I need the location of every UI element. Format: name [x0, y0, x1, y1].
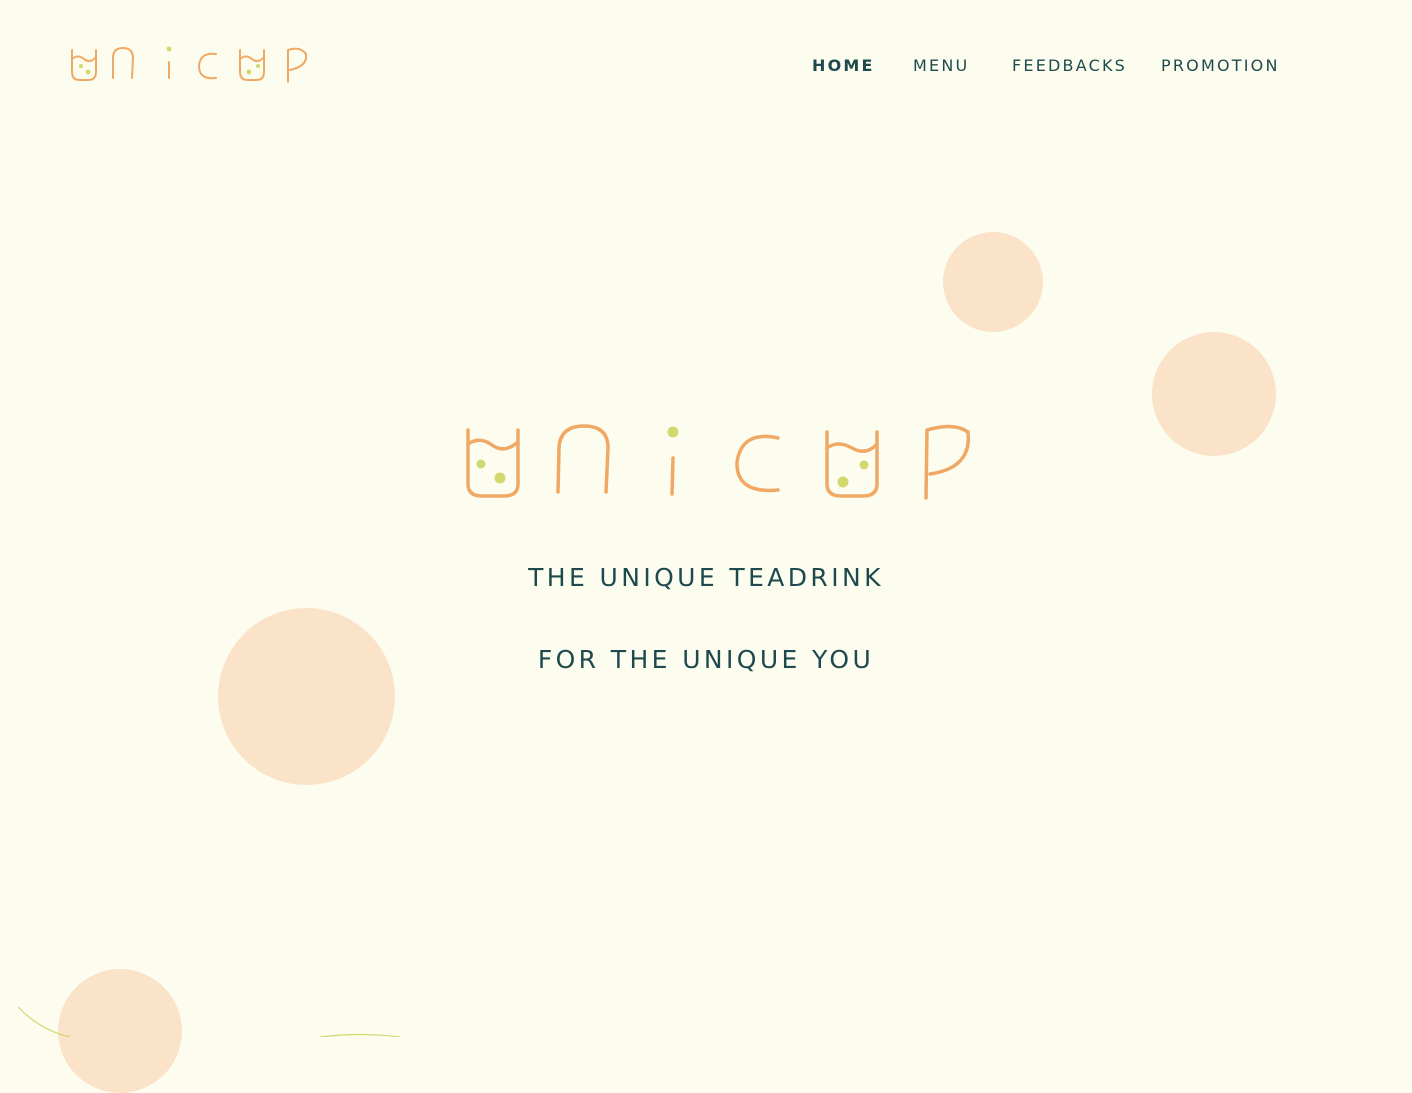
- decorative-bubble: [1152, 332, 1276, 456]
- nav-item-home[interactable]: HOME: [812, 56, 875, 76]
- hero-logo: [466, 424, 971, 500]
- hero-tagline-line-2: FOR THE UNIQUE YOU: [537, 645, 875, 674]
- decorative-bubble: [943, 232, 1043, 332]
- decorative-bubble: [218, 608, 395, 785]
- decorative-curve: [17, 1006, 401, 1037]
- hero-tagline-line-1: THE UNIQUE TEADRINK: [528, 563, 884, 592]
- nav-item-menu[interactable]: MENU: [913, 56, 969, 76]
- nav-item-promotion[interactable]: PROMOTION: [1161, 56, 1280, 76]
- header-logo[interactable]: [68, 42, 310, 84]
- nav-item-feedbacks[interactable]: FEEDBACKS: [1012, 56, 1127, 76]
